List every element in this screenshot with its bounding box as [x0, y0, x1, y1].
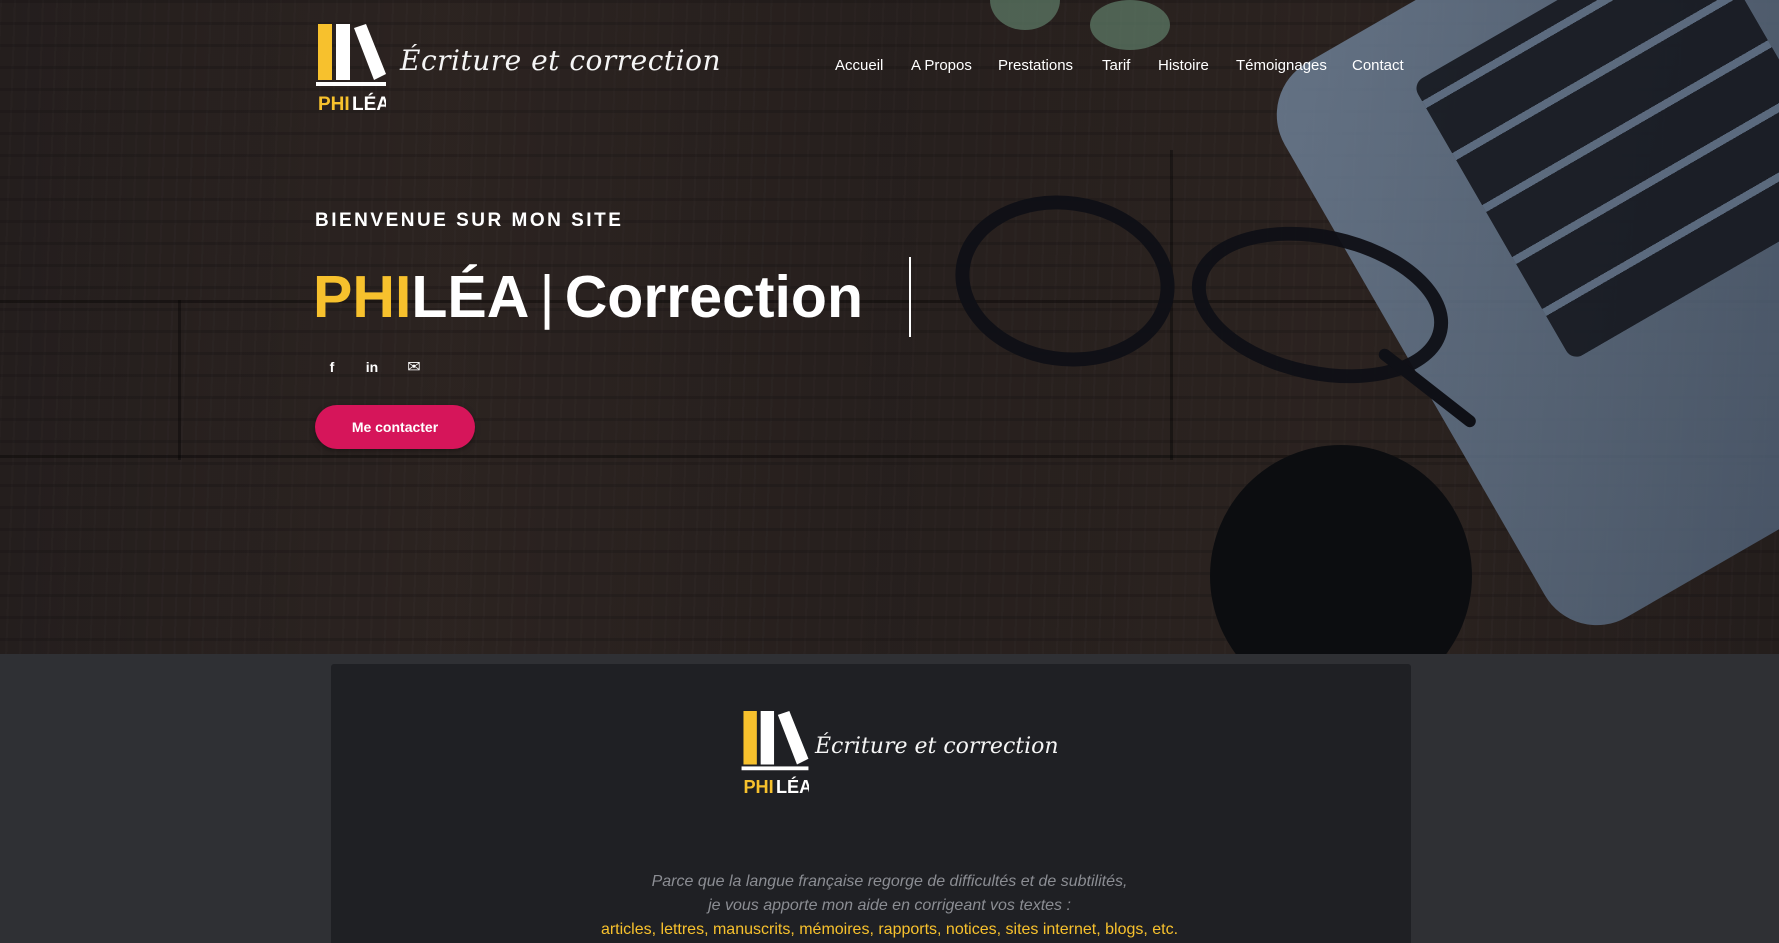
hero-headline: PHILÉA | Correction	[313, 262, 863, 332]
glasses-lens	[944, 181, 1186, 381]
linkedin-icon[interactable]: in	[360, 357, 384, 377]
wood-seam	[178, 300, 181, 460]
svg-text:PHI: PHI	[318, 94, 350, 114]
svg-text:LÉA: LÉA	[776, 776, 809, 797]
nav-item-a-propos[interactable]: A Propos	[911, 57, 972, 74]
plant-leaf	[990, 0, 1060, 30]
main-nav: Accueil A Propos Prestations Tarif Histo…	[0, 57, 1779, 77]
books-logo-icon: PHI LÉA	[741, 711, 809, 797]
nav-item-temoignages[interactable]: Témoignages	[1236, 57, 1327, 74]
facebook-icon[interactable]: f	[320, 357, 344, 377]
nav-item-histoire[interactable]: Histoire	[1158, 57, 1209, 74]
headline-separator: |	[539, 264, 555, 330]
headline-phi: PHI	[313, 264, 412, 330]
nav-item-tarif[interactable]: Tarif	[1102, 57, 1130, 74]
welcome-heading: BIENVENUE SUR MON SITE	[315, 210, 624, 231]
nav-item-contact[interactable]: Contact	[1352, 57, 1404, 74]
mail-icon[interactable]: ✉	[402, 357, 426, 377]
hero-section	[0, 0, 1779, 654]
svg-text:LÉA: LÉA	[352, 93, 386, 114]
typing-cursor	[909, 257, 911, 337]
nav-item-accueil[interactable]: Accueil	[835, 57, 883, 74]
nav-item-prestations[interactable]: Prestations	[998, 57, 1073, 74]
contact-button[interactable]: Me contacter	[315, 405, 475, 449]
headline-lea: LÉA	[411, 264, 530, 330]
plant-leaf	[1090, 0, 1170, 50]
panel-tagline: Écriture et correction	[815, 734, 1059, 759]
intro-line-3: articles, lettres, manuscrits, mémoires,…	[600, 921, 1179, 938]
headline-correction: Correction	[564, 264, 864, 330]
coffee-cup-image	[1210, 445, 1472, 654]
intro-line-2: je vous apporte mon aide en corrigeant v…	[708, 897, 1071, 914]
svg-text:PHI: PHI	[743, 777, 773, 797]
intro-line-1: Parce que la langue française regorge de…	[651, 873, 1128, 890]
